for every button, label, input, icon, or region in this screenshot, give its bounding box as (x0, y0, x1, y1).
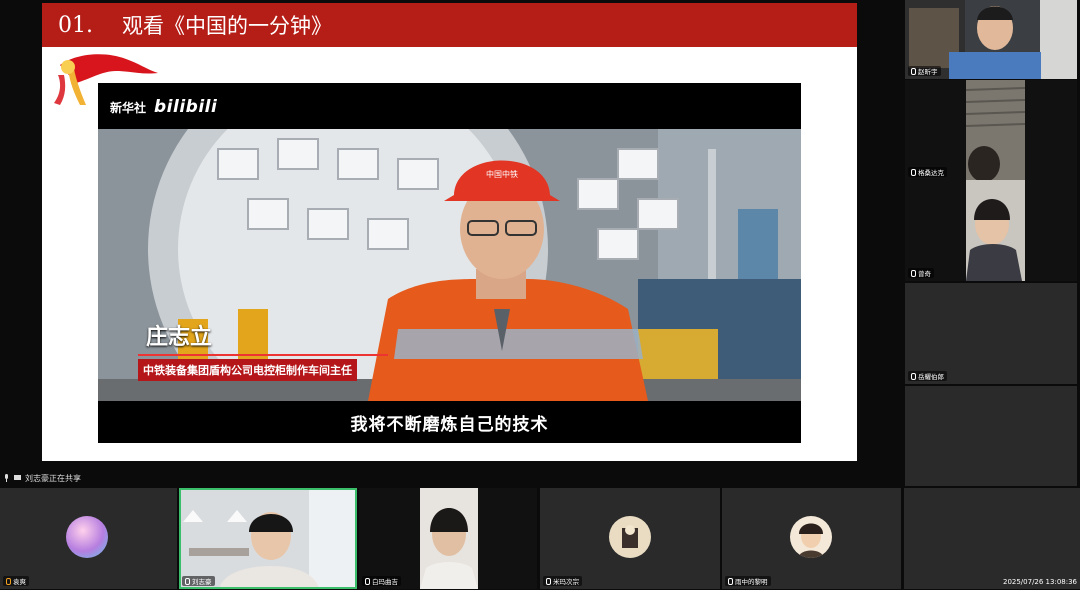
microphone-icon (185, 577, 190, 585)
participant-name-label: 袁爽 (3, 576, 29, 586)
participant-name-label: 刘志豪 (182, 576, 215, 586)
participant-name-label: 米玛次宗 (543, 576, 582, 586)
participant-name-label: 白玛曲吉 (362, 576, 401, 586)
participant-name-label: 雨中的黎明 (725, 576, 771, 586)
participant-video (966, 180, 1025, 281)
slide-title: 观看《中国的一分钟》 (122, 14, 332, 38)
avatar (790, 516, 832, 558)
participant-tile[interactable]: 袁爽 (0, 488, 177, 589)
share-status-text: 刘志豪正在共享 (25, 473, 81, 483)
participant-name-label: 格桑达克 (908, 167, 947, 177)
participant-tile[interactable]: 雨中的黎明 (722, 488, 901, 589)
participant-tile[interactable]: 米玛次宗 (540, 488, 720, 589)
avatar (66, 516, 108, 558)
xinhua-logo: 新华社 (110, 100, 147, 115)
empty-participant-tile: 2025/07/26 13:08:36 (904, 488, 1080, 589)
timestamp: 2025/07/26 13:08:36 (1002, 578, 1077, 586)
microphone-icon (6, 577, 11, 585)
participant-video (179, 488, 357, 589)
participant-tile[interactable]: 白玛曲吉 (359, 488, 537, 589)
participant-tile[interactable]: 岳耀伯郎 (905, 283, 1077, 384)
participant-video (966, 80, 1025, 180)
share-status-bar: 刘志豪正在共享 (3, 472, 81, 484)
video-frame: 中国中铁 庄志立 中铁装备集团盾构公司电控柜制作车间主任 (98, 129, 801, 401)
person-role: 中铁装备集团盾构公司电控柜制作车间主任 (138, 359, 357, 381)
bilibili-logo: bilibili (154, 97, 218, 117)
video-subtitle: 我将不断磨炼自己的技术 (350, 414, 549, 435)
microphone-icon (911, 168, 916, 176)
microphone-icon (546, 577, 551, 585)
microphone-icon (911, 67, 916, 75)
helmet-text: 中国中铁 (486, 169, 518, 179)
microphone-icon (365, 577, 370, 585)
person-name: 庄志立 (146, 324, 213, 350)
participant-tile[interactable]: 格桑达克 (905, 80, 1077, 180)
name-caption: 庄志立 中铁装备集团盾构公司电控柜制作车间主任 (138, 319, 388, 381)
participant-tile-active-speaker[interactable]: 刘志豪 (179, 488, 357, 589)
empty-participant-tile (905, 386, 1077, 486)
participant-tile[interactable]: 曾奇 (905, 180, 1077, 281)
participant-video (420, 488, 478, 589)
participant-name-label: 岳耀伯郎 (908, 371, 947, 381)
slide-number: 01. (58, 12, 93, 38)
caption-line (138, 354, 388, 356)
slide-header: 01. 观看《中国的一分钟》 (42, 3, 857, 47)
microphone-icon (728, 577, 733, 585)
microphone-icon (911, 372, 916, 380)
microphone-icon (911, 269, 916, 277)
participant-name-label: 曾奇 (908, 268, 934, 278)
participant-tile[interactable]: 赵昕宇 (905, 0, 1077, 79)
shared-screen: 01. 观看《中国的一分钟》 新华社 bilibili 中国中铁 庄志立 中铁装… (42, 3, 857, 461)
avatar (609, 516, 651, 558)
video-player[interactable]: 新华社 bilibili 中国中铁 庄志立 中铁装备集团盾构公司电控柜制作车间主… (98, 83, 801, 443)
participant-name-label: 赵昕宇 (908, 66, 941, 76)
video-logo: 新华社 bilibili (110, 97, 217, 117)
meeting-window: 01. 观看《中国的一分钟》 新华社 bilibili 中国中铁 庄志立 中铁装… (0, 0, 1080, 590)
microphone-icon (5, 474, 8, 482)
screen-share-icon (14, 475, 21, 480)
